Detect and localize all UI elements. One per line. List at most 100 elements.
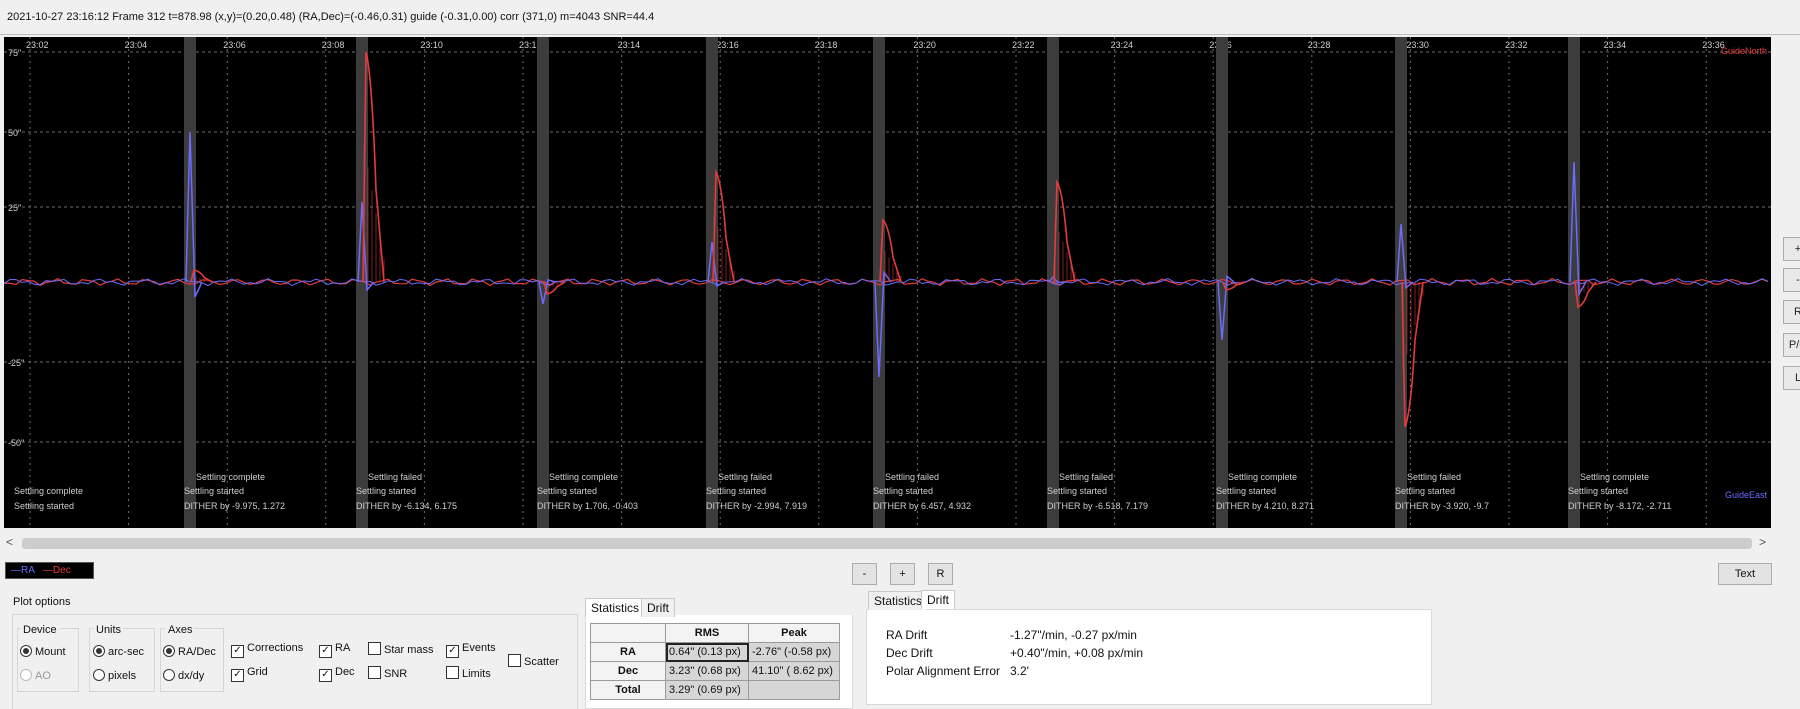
status-bar: 2021-10-27 23:16:12 Frame 312 t=878.98 (… (0, 0, 1800, 35)
axes-label: Axes (166, 624, 195, 636)
table-cell[interactable]: 3.29" (0.69 px) (665, 680, 749, 700)
limits-checkbox[interactable]: Limits (446, 666, 491, 680)
y-tick-label: 25" (8, 203, 21, 213)
guide-graph[interactable]: 23:02 23:04 23:06 23:08 23:10 23:12 23:14 23:16… (4, 37, 1771, 528)
event-upper-text: Settling complete (549, 472, 618, 482)
time-tick-label: 23:32 (1505, 40, 1528, 50)
checkbox-empty-icon (446, 666, 459, 679)
event-upper-text: Settling complete (1580, 472, 1649, 482)
row-label: Dec (590, 661, 666, 681)
table-cell[interactable]: -2.76" (-0.58 px) (748, 642, 840, 662)
checkmark-icon: ✓ (446, 645, 459, 658)
zoom-out-button[interactable]: - (852, 563, 877, 585)
radio-unchecked-icon (163, 669, 175, 681)
table-cell[interactable]: 41.10" ( 8.62 px) (748, 661, 840, 681)
scroll-right-arrow[interactable]: > (1759, 535, 1766, 549)
radec-radio[interactable]: RA/Dec (163, 645, 216, 658)
time-tick-label: 23:18 (815, 40, 838, 50)
dec-checkbox[interactable]: ✓ Dec (319, 666, 355, 682)
checkmark-icon: ✓ (231, 645, 244, 658)
event-upper-text: Settling failed (368, 472, 422, 482)
arcsec-radio[interactable]: arc-sec (93, 645, 144, 658)
pixels-radio[interactable]: pixels (93, 669, 136, 682)
checkmark-icon: ✓ (319, 645, 332, 658)
ra-checkbox[interactable]: ✓ RA (319, 642, 350, 658)
row-label: RA (590, 642, 666, 662)
event-low-text: DITHER by 1.706, -0.403 (537, 501, 638, 511)
table-cell[interactable]: 3.23" (0.68 px) (665, 661, 749, 681)
reset-zoom-button[interactable]: R (928, 563, 953, 585)
legend-ra: —RA (11, 565, 35, 576)
event-upper-text: Settling failed (885, 472, 939, 482)
mount-radio[interactable]: Mount (20, 645, 66, 658)
tab-drift-active[interactable]: Drift (921, 590, 955, 609)
row-label: Total (590, 680, 666, 700)
tab-statistics[interactable]: Statistics (585, 598, 646, 617)
text-button[interactable]: Text (1718, 563, 1772, 585)
event-upper-text: Settling failed (1059, 472, 1113, 482)
ra-drift-label: RA Drift (886, 628, 928, 642)
corrections-checkbox[interactable]: ✓ Corrections (231, 642, 303, 658)
event-mid-text: Settling started (1395, 486, 1455, 496)
grid-checkbox[interactable]: ✓ Grid (231, 666, 268, 682)
polar-alignment-label: Polar Alignment Error (886, 664, 1001, 678)
zoom-in-button[interactable]: + (890, 563, 915, 585)
time-tick-label: 23:06 (223, 40, 246, 50)
event-upper-text: Settling complete (196, 472, 265, 482)
radio-checked-icon (93, 645, 105, 657)
checkmark-icon: ✓ (231, 669, 244, 682)
table-cell[interactable] (748, 680, 840, 700)
checkbox-empty-icon (368, 642, 381, 655)
event-mid-text: Settling started (356, 486, 416, 496)
l-side-button[interactable]: L (1783, 366, 1800, 390)
scrollbar-thumb[interactable] (22, 538, 1752, 549)
tab-drift[interactable]: Drift (641, 598, 675, 617)
guide-north-label: GuideNorth (1721, 46, 1767, 56)
zoom-in-side-button[interactable]: + (1783, 237, 1800, 261)
checkbox-empty-icon (368, 666, 381, 679)
polar-alignment-value: 3.2' (1010, 664, 1029, 678)
y-tick-label: -50" (8, 438, 24, 448)
dxdy-radio[interactable]: dx/dy (163, 669, 204, 682)
time-tick-label: 23:20 (913, 40, 936, 50)
status-text: 2021-10-27 23:16:12 Frame 312 t=878.98 (… (7, 11, 655, 23)
dec-drift-value: +0.40"/min, +0.08 px/min (1010, 646, 1144, 660)
scroll-left-arrow[interactable]: < (6, 535, 13, 549)
table-cell[interactable]: 0.64" (0.13 px) (665, 642, 749, 662)
axes-group (160, 628, 224, 692)
event-mid-text: Settling started (1568, 486, 1628, 496)
table-row: Dec 3.23" (0.68 px) 41.10" ( 8.62 px) (590, 661, 840, 681)
event-mid-text: Settling started (873, 486, 933, 496)
event-mid-text: Settling complete (14, 486, 83, 496)
scatter-checkbox[interactable]: Scatter (508, 654, 559, 668)
time-tick-label: 23:24 (1111, 40, 1134, 50)
pc-side-button[interactable]: P/C (1783, 333, 1800, 357)
table-row: Total 3.29" (0.69 px) (590, 680, 840, 700)
events-checkbox[interactable]: ✓ Events (446, 642, 496, 658)
radio-unchecked-icon (20, 669, 32, 681)
device-label: Device (21, 624, 59, 636)
snr-checkbox[interactable]: SNR (368, 666, 407, 680)
statistics-table: RMS Peak RA 0.64" (0.13 px) -2.76" (-0.5… (590, 623, 840, 700)
time-tick-label: 23:10 (420, 40, 443, 50)
time-tick-label: 23:14 (618, 40, 641, 50)
zoom-out-side-button[interactable]: - (1783, 268, 1800, 292)
radio-checked-icon (20, 645, 32, 657)
graph-scrollbar[interactable]: < > (4, 533, 1771, 553)
y-tick-label: -25" (8, 358, 24, 368)
y-tick-label: 50" (8, 128, 21, 138)
event-low-text: DITHER by -6.134, 6.175 (356, 501, 457, 511)
tab-statistics-drift[interactable]: Statistics (868, 591, 929, 610)
time-tick-label: 23:16 (716, 40, 739, 50)
time-tick-label: 23:08 (322, 40, 345, 50)
checkbox-empty-icon (508, 654, 521, 667)
radio-unchecked-icon (93, 669, 105, 681)
checkmark-icon: ✓ (319, 669, 332, 682)
time-tick-label: 23:28 (1308, 40, 1331, 50)
rms-header: RMS (665, 623, 749, 643)
reset-side-button[interactable]: R (1783, 300, 1800, 324)
star-mass-checkbox[interactable]: Star mass (368, 642, 434, 656)
event-low-text: DITHER by -9.975, 1.272 (184, 501, 285, 511)
event-mid-text: Settling started (1047, 486, 1107, 496)
event-low-text: DITHER by -8.172, -2.711 (1568, 501, 1671, 511)
